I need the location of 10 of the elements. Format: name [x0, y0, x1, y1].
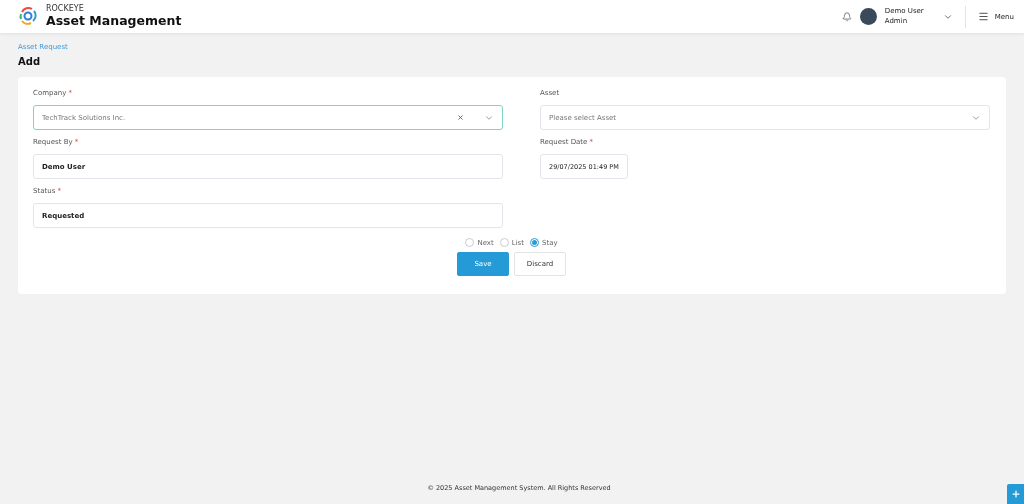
clear-icon[interactable]	[457, 114, 464, 121]
page-title: Add	[18, 56, 42, 67]
add-button[interactable]	[1007, 484, 1024, 504]
menu-icon	[977, 11, 989, 22]
logo-icon	[18, 6, 38, 27]
bell-icon[interactable]	[841, 11, 852, 22]
app-title: Asset Management	[46, 14, 182, 28]
brand-name: ROCKEYE	[46, 5, 85, 14]
avatar[interactable]	[859, 8, 877, 25]
plus-icon	[1010, 489, 1021, 499]
